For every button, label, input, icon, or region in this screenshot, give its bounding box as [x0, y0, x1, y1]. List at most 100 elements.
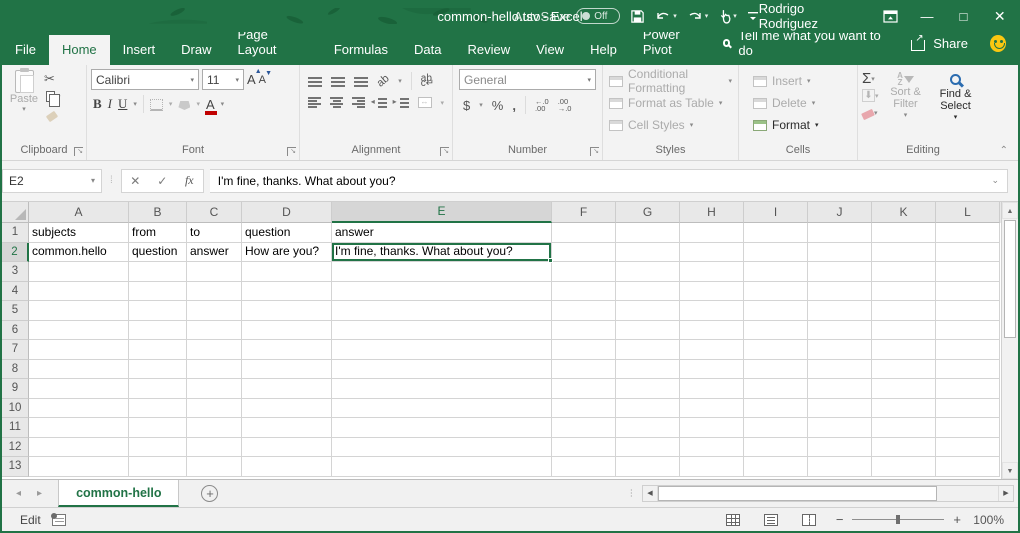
tab-insert[interactable]: Insert: [110, 35, 169, 65]
cell-H8[interactable]: [680, 360, 744, 380]
cell-H10[interactable]: [680, 399, 744, 419]
row-header-4[interactable]: 4: [2, 282, 29, 302]
next-sheet-icon[interactable]: ▸: [37, 488, 42, 499]
cell-F1[interactable]: [552, 223, 616, 243]
formula-input[interactable]: I'm fine, thanks. What about you? ⌄: [210, 169, 1008, 193]
cell-K9[interactable]: [872, 379, 936, 399]
cell-styles-button[interactable]: Cell Styles ▾: [609, 116, 732, 134]
bottom-align-button[interactable]: [354, 76, 368, 87]
cell-D10[interactable]: [242, 399, 332, 419]
zoom-slider-thumb[interactable]: [896, 515, 900, 524]
cell-J12[interactable]: [808, 438, 872, 458]
cell-B5[interactable]: [129, 301, 187, 321]
row-header-11[interactable]: 11: [2, 418, 29, 438]
cell-K6[interactable]: [872, 321, 936, 341]
copy-button[interactable]: ▾: [44, 89, 61, 104]
borders-button[interactable]: [150, 99, 163, 111]
cell-E10[interactable]: [332, 399, 552, 419]
cell-K8[interactable]: [872, 360, 936, 380]
cell-C2[interactable]: answer: [187, 243, 242, 263]
cell-C12[interactable]: [187, 438, 242, 458]
cell-D7[interactable]: [242, 340, 332, 360]
cell-H6[interactable]: [680, 321, 744, 341]
cell-A5[interactable]: [29, 301, 129, 321]
cell-C3[interactable]: [187, 262, 242, 282]
tab-data[interactable]: Data: [401, 35, 454, 65]
cell-J6[interactable]: [808, 321, 872, 341]
autosum-button[interactable]: Σ▾: [862, 71, 879, 86]
row-header-5[interactable]: 5: [2, 301, 29, 321]
zoom-out-button[interactable]: −: [836, 512, 844, 527]
accounting-format-button[interactable]: $: [463, 98, 470, 113]
cell-B8[interactable]: [129, 360, 187, 380]
cell-G3[interactable]: [616, 262, 680, 282]
autosum-dropdown-icon[interactable]: ▾: [871, 75, 875, 83]
cell-I11[interactable]: [744, 418, 808, 438]
cell-H5[interactable]: [680, 301, 744, 321]
cell-L4[interactable]: [936, 282, 1000, 302]
cell-A3[interactable]: [29, 262, 129, 282]
number-dialog-launcher-icon[interactable]: ↘: [590, 147, 599, 156]
column-header-B[interactable]: B: [129, 202, 187, 223]
cell-I6[interactable]: [744, 321, 808, 341]
cell-G1[interactable]: [616, 223, 680, 243]
page-layout-view-button[interactable]: [764, 514, 778, 526]
borders-dropdown-icon[interactable]: ▾: [169, 100, 173, 108]
cell-B7[interactable]: [129, 340, 187, 360]
cell-F6[interactable]: [552, 321, 616, 341]
zoom-in-button[interactable]: +: [953, 512, 961, 527]
font-color-button[interactable]: A: [206, 98, 215, 111]
cell-D9[interactable]: [242, 379, 332, 399]
cell-E4[interactable]: [332, 282, 552, 302]
font-name-combo[interactable]: Calibri▾: [91, 69, 199, 90]
number-format-combo[interactable]: General ▾: [459, 69, 596, 90]
cell-K11[interactable]: [872, 418, 936, 438]
column-header-G[interactable]: G: [616, 202, 680, 223]
row-header-12[interactable]: 12: [2, 438, 29, 458]
align-left-button[interactable]: [308, 97, 321, 108]
cell-A2[interactable]: common.hello: [29, 243, 129, 263]
cell-F13[interactable]: [552, 457, 616, 477]
cell-E3[interactable]: [332, 262, 552, 282]
vertical-scroll-thumb[interactable]: [1004, 220, 1016, 338]
column-header-H[interactable]: H: [680, 202, 744, 223]
merge-center-dropdown-icon[interactable]: ▾: [441, 99, 445, 107]
cell-H4[interactable]: [680, 282, 744, 302]
horizontal-scroll-thumb[interactable]: [658, 486, 937, 501]
cell-L13[interactable]: [936, 457, 1000, 477]
cell-E7[interactable]: [332, 340, 552, 360]
cell-A4[interactable]: [29, 282, 129, 302]
cell-C13[interactable]: [187, 457, 242, 477]
collapse-ribbon-icon[interactable]: ⌃: [1000, 145, 1008, 156]
cell-I10[interactable]: [744, 399, 808, 419]
increase-decimal-button[interactable]: ←.0.00: [535, 98, 549, 112]
cell-B2[interactable]: question: [129, 243, 187, 263]
previous-sheet-icon[interactable]: ◂: [16, 488, 21, 499]
underline-button[interactable]: U: [118, 96, 127, 112]
find-select-button[interactable]: Find & Select ▾: [933, 70, 979, 142]
column-header-D[interactable]: D: [242, 202, 332, 223]
tab-splitter-handle[interactable]: ⋯: [626, 489, 637, 499]
cell-J2[interactable]: [808, 243, 872, 263]
cell-F5[interactable]: [552, 301, 616, 321]
cell-H2[interactable]: [680, 243, 744, 263]
scroll-left-icon[interactable]: ◀: [643, 486, 658, 501]
cell-L5[interactable]: [936, 301, 1000, 321]
cell-G9[interactable]: [616, 379, 680, 399]
cell-J5[interactable]: [808, 301, 872, 321]
tab-review[interactable]: Review: [455, 35, 524, 65]
cell-K3[interactable]: [872, 262, 936, 282]
cell-H3[interactable]: [680, 262, 744, 282]
cell-C10[interactable]: [187, 399, 242, 419]
cell-D1[interactable]: question: [242, 223, 332, 243]
cell-J7[interactable]: [808, 340, 872, 360]
cell-A7[interactable]: [29, 340, 129, 360]
accounting-dropdown-icon[interactable]: ▾: [479, 101, 483, 109]
zoom-slider[interactable]: [852, 519, 944, 520]
fill-handle[interactable]: [548, 258, 553, 263]
cell-L1[interactable]: [936, 223, 1000, 243]
cell-E13[interactable]: [332, 457, 552, 477]
cell-C8[interactable]: [187, 360, 242, 380]
row-header-10[interactable]: 10: [2, 399, 29, 419]
cell-E6[interactable]: [332, 321, 552, 341]
